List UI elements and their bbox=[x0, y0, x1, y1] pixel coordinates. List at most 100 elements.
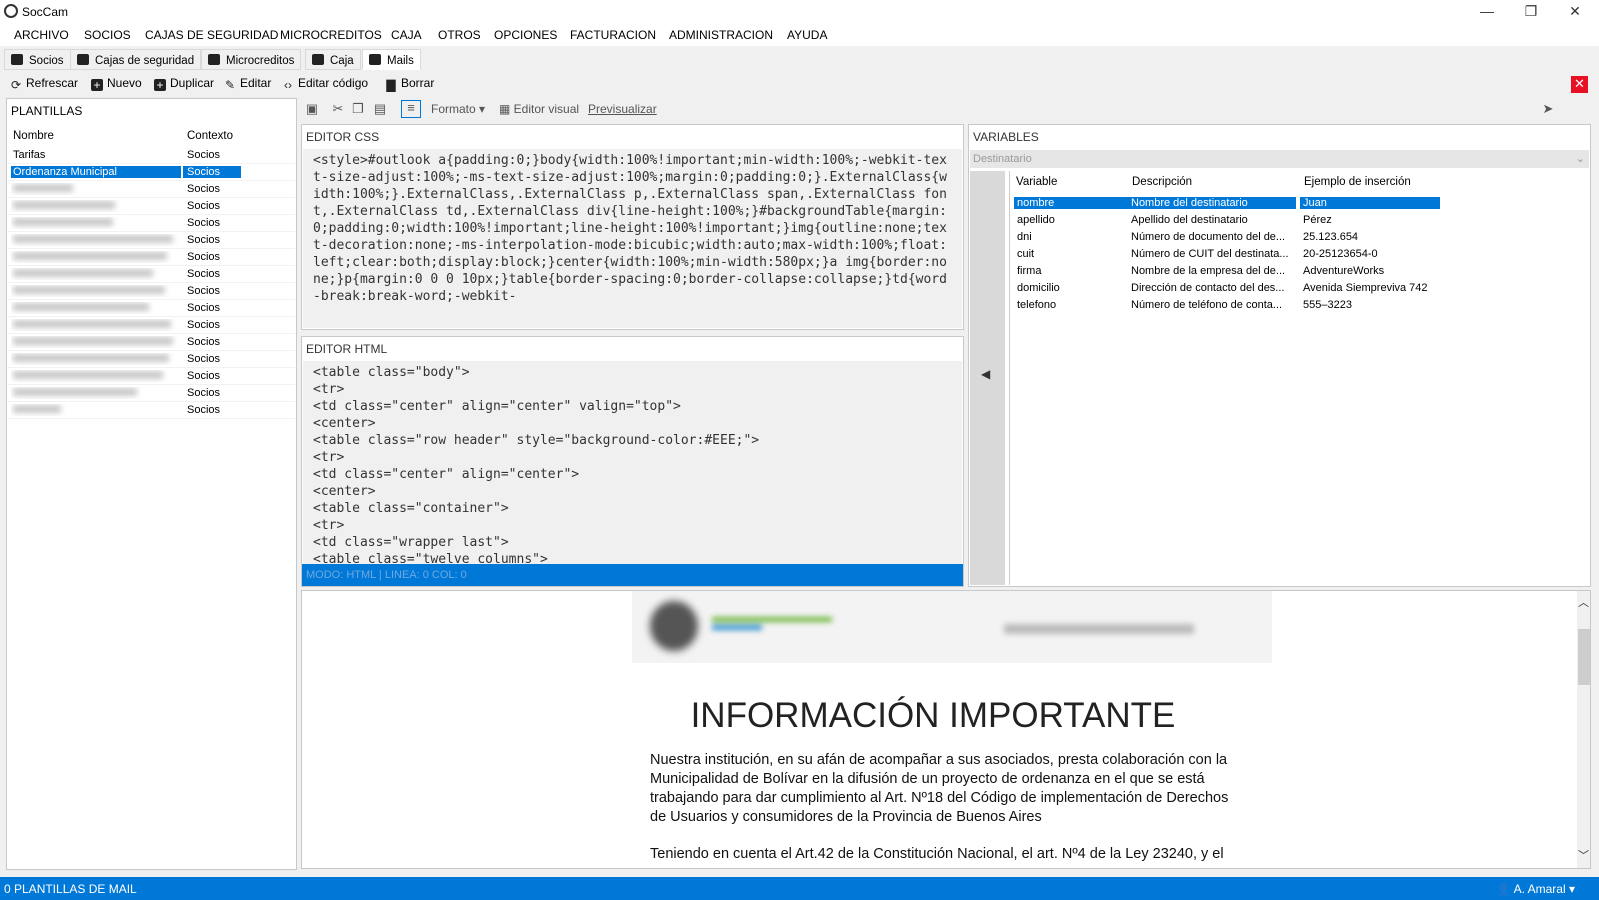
table-row[interactable]: Socios bbox=[8, 385, 295, 402]
tab-caja[interactable]: Caja bbox=[305, 49, 361, 70]
code-line: <tr> bbox=[313, 450, 345, 465]
template-context: Socios bbox=[187, 268, 221, 280]
variable-example: Pérez bbox=[1303, 214, 1332, 226]
preview-paragraph: Nuestra institución, en su afán de acomp… bbox=[650, 752, 1229, 825]
redacted-template-name bbox=[13, 371, 163, 379]
variable-row[interactable]: telefono Número de teléfono de conta... 55… bbox=[1010, 297, 1589, 314]
tab-cajas-de-seguridad[interactable]: Cajas de seguridad bbox=[70, 49, 202, 70]
save-icon[interactable]: ▣ bbox=[305, 102, 319, 116]
tab-socios[interactable]: Socios bbox=[4, 49, 71, 70]
redacted-template-name bbox=[13, 405, 61, 413]
table-row[interactable]: Socios bbox=[8, 283, 295, 300]
table-row[interactable]: Socios bbox=[8, 181, 295, 198]
template-context: Socios bbox=[187, 302, 221, 314]
tab-mails[interactable]: Mails bbox=[362, 49, 421, 70]
variable-description: Nombre de la empresa del de... bbox=[1131, 265, 1286, 277]
table-row[interactable]: Socios bbox=[8, 300, 295, 317]
variable-example: Avenida Siempreviva 742 bbox=[1303, 282, 1428, 294]
chevron-down-icon[interactable]: ﹀ bbox=[1578, 847, 1589, 863]
column-header-name[interactable]: Nombre bbox=[13, 130, 54, 142]
variable-description: Número de documento del de... bbox=[1131, 231, 1286, 243]
variable-row[interactable]: apellido Apellido del destinatario Pérez bbox=[1010, 212, 1589, 229]
variables-context-dropdown[interactable]: Destinatario ⌄ bbox=[970, 150, 1589, 168]
refresh-button[interactable]: ⟳ Refrescar bbox=[10, 76, 78, 91]
delete-button[interactable]: ▇ Borrar bbox=[385, 76, 434, 91]
toolbar: ⟳ Refrescar + Nuevo + Duplicar ✎ Editar ‹› Ed… bbox=[0, 72, 1599, 96]
user-menu[interactable]: 👤 A. Amaral ▾ bbox=[1496, 882, 1575, 896]
cut-icon[interactable]: ✂ bbox=[331, 102, 345, 116]
menu-opciones[interactable]: OPCIONES bbox=[494, 28, 557, 42]
menu-administracion[interactable]: ADMINISTRACION bbox=[669, 28, 773, 42]
table-row[interactable]: Ordenanza Municipal Socios bbox=[8, 164, 295, 181]
table-row[interactable]: Socios bbox=[8, 215, 295, 232]
code-line: <table class="row header" style="backgro… bbox=[313, 433, 760, 448]
menu-otros[interactable]: OTROS bbox=[438, 28, 481, 42]
menu-facturacion[interactable]: FACTURACION bbox=[570, 28, 656, 42]
code-line: <tr> bbox=[313, 518, 345, 533]
edit-code-button[interactable]: ‹› Editar código bbox=[282, 76, 368, 91]
variable-row[interactable]: cuit Número de CUIT del destinata... 20-25… bbox=[1010, 246, 1589, 263]
menu-microcreditos[interactable]: MICROCREDITOS bbox=[280, 28, 382, 42]
duplicate-button[interactable]: + Duplicar bbox=[154, 76, 214, 91]
tab-microcreditos[interactable]: Microcreditos bbox=[201, 49, 302, 70]
templates-title: PLANTILLAS bbox=[11, 104, 83, 118]
minimize-button[interactable]: — bbox=[1465, 0, 1509, 24]
preview-header-text bbox=[1004, 624, 1194, 634]
wrap-text-icon[interactable]: ≡ bbox=[401, 100, 421, 118]
template-name bbox=[11, 285, 181, 297]
preview-link[interactable]: Previsualizar bbox=[588, 102, 657, 116]
code-line: <table class="container"> bbox=[313, 501, 509, 516]
menu-caja[interactable]: CAJA bbox=[391, 28, 422, 42]
visual-editor-button[interactable]: ▦ Editor visual bbox=[499, 102, 579, 116]
new-button[interactable]: + Nuevo bbox=[91, 76, 142, 91]
redacted-template-name bbox=[13, 218, 113, 226]
scrollbar-thumb[interactable] bbox=[1578, 629, 1590, 685]
column-header-example[interactable]: Ejemplo de inserción bbox=[1304, 176, 1411, 188]
menu-socios[interactable]: SOCIOS bbox=[84, 28, 131, 42]
table-row[interactable]: Socios bbox=[8, 402, 295, 419]
table-row[interactable]: Socios bbox=[8, 351, 295, 368]
table-row[interactable]: Socios bbox=[8, 249, 295, 266]
variable-row[interactable]: firma Nombre de la empresa del de... Adven… bbox=[1010, 263, 1589, 280]
table-row[interactable]: Socios bbox=[8, 198, 295, 215]
edit-code-label: Editar código bbox=[298, 76, 369, 90]
visual-editor-label: Editor visual bbox=[513, 102, 580, 116]
chevron-up-icon[interactable]: ︿ bbox=[1578, 594, 1589, 610]
variable-row[interactable]: nombre Nombre del destinatario Juan bbox=[1010, 195, 1589, 212]
variable-row[interactable]: domicilio Dirección de contacto del des..… bbox=[1010, 280, 1589, 297]
table-row[interactable]: Socios bbox=[8, 232, 295, 249]
table-row[interactable]: Tarifas Socios bbox=[8, 147, 295, 164]
menu-ayuda[interactable]: AYUDA bbox=[787, 28, 827, 42]
copy-icon[interactable]: ❐ bbox=[351, 102, 365, 116]
variables-grid: Variable Descripción Ejemplo de inserció… bbox=[1009, 171, 1589, 585]
send-icon[interactable]: ➤ bbox=[1541, 102, 1555, 116]
menu-cajas-de-seguridad[interactable]: CAJAS DE SEGURIDAD bbox=[145, 28, 278, 42]
column-header-context[interactable]: Contexto bbox=[187, 130, 233, 142]
edit-button[interactable]: ✎ Editar bbox=[224, 76, 271, 91]
paste-icon[interactable]: ▤ bbox=[373, 102, 387, 116]
format-dropdown[interactable]: Formato ▾ bbox=[431, 102, 485, 116]
table-row[interactable]: Socios bbox=[8, 266, 295, 283]
html-code-area[interactable]: <table class="body"> <tr> <td class="cente… bbox=[303, 361, 962, 564]
css-code-area[interactable]: <style>#outlook a{padding:0;}body{width:… bbox=[303, 149, 962, 328]
column-header-variable[interactable]: Variable bbox=[1016, 176, 1057, 188]
menu-archivo[interactable]: ARCHIVO bbox=[14, 28, 69, 42]
restore-button[interactable]: ❐ bbox=[1509, 0, 1553, 24]
preview-scrollbar[interactable]: ︿ ﹀ bbox=[1577, 591, 1590, 868]
table-row[interactable]: Socios bbox=[8, 317, 295, 334]
variable-row[interactable]: dni Número de documento del de... 25.123.6… bbox=[1010, 229, 1589, 246]
editor-status-line: MODO: HTML | LINEA: 0 COL: 0 bbox=[302, 564, 963, 586]
templates-panel: PLANTILLAS Nombre Contexto Tarifas Socios… bbox=[6, 98, 297, 870]
close-module-button[interactable]: ✕ bbox=[1571, 76, 1588, 93]
window-title: SocCam bbox=[22, 5, 69, 19]
insert-variable-bar[interactable]: ◀ bbox=[970, 171, 1005, 585]
tab-label: Socios bbox=[29, 55, 64, 67]
format-label: Formato bbox=[431, 102, 476, 116]
tab-label: Cajas de seguridad bbox=[95, 55, 195, 67]
table-row[interactable]: Socios bbox=[8, 368, 295, 385]
column-header-description[interactable]: Descripción bbox=[1132, 176, 1192, 188]
bank-icon bbox=[208, 54, 220, 65]
table-row[interactable]: Socios bbox=[8, 334, 295, 351]
html-editor-title: EDITOR HTML bbox=[306, 342, 388, 356]
close-window-button[interactable]: ✕ bbox=[1553, 0, 1597, 24]
